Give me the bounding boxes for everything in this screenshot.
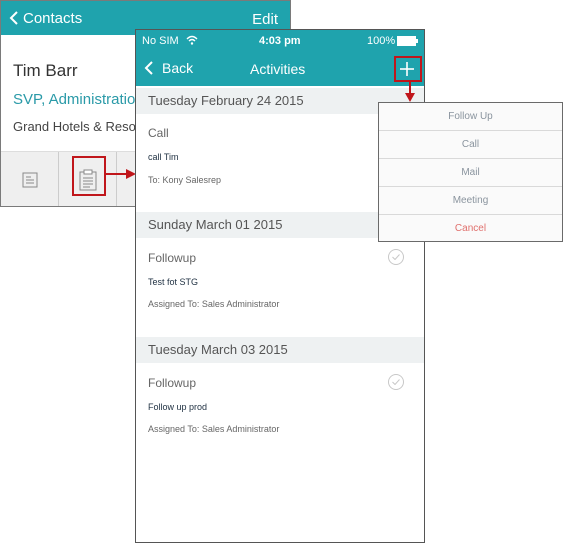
wifi-icon [186,35,198,45]
activity-type: Followup [148,376,197,390]
battery-icon [397,36,418,46]
menu-item-mail[interactable]: Mail [379,159,562,187]
notes-icon [22,172,37,188]
contacts-back-button[interactable]: Contacts [9,9,82,27]
contact-job-title: SVP, Administration [13,91,144,108]
complete-checkbox[interactable] [388,249,404,265]
activities-tab-callout [72,156,106,196]
activities-nav-bar: Back Activities [136,52,424,86]
back-button[interactable]: Back [144,60,193,76]
activity-type: Followup [148,251,197,265]
callout-arrow-icon [104,169,136,179]
carrier-label: No SIM [142,35,179,47]
menu-item-follow-up[interactable]: Follow Up [379,103,562,131]
activity-assignee: Assigned To: Sales Administrator [148,299,280,309]
callout-arrow-down-icon [405,81,415,102]
chevron-left-icon [144,61,153,75]
activity-type: Call [148,126,169,140]
checkmark-icon [392,379,400,385]
contact-name: Tim Barr [13,61,78,80]
add-button-callout [394,56,422,82]
menu-item-call[interactable]: Call [379,131,562,159]
activity-title[interactable]: Follow up prod [148,402,207,412]
chevron-left-icon [9,11,18,25]
menu-item-meeting[interactable]: Meeting [379,187,562,215]
checkmark-icon [392,254,400,260]
activity-title[interactable]: Test fot STG [148,277,198,287]
page-title: Activities [250,61,306,77]
battery-label: 100% [367,35,396,47]
edit-button[interactable]: Edit [252,11,278,28]
status-bar: No SIM 4:03 pm 100% [136,30,424,52]
activity-recipient: To: Kony Salesrep [148,175,222,185]
clock: 4:03 pm [259,35,301,47]
activity-title[interactable]: call Tim [148,152,179,162]
contact-company: Grand Hotels & Resorts [13,119,151,134]
activity-assignee: Assigned To: Sales Administrator [148,424,280,434]
contacts-back-label: Contacts [23,9,83,27]
section-date-header: Tuesday March 03 2015 [136,337,424,363]
menu-item-cancel[interactable]: Cancel [379,215,562,243]
notes-tab[interactable] [1,152,59,206]
complete-checkbox[interactable] [388,374,404,390]
back-label: Back [162,60,194,76]
add-activity-menu: Follow Up Call Mail Meeting Cancel [378,102,563,242]
